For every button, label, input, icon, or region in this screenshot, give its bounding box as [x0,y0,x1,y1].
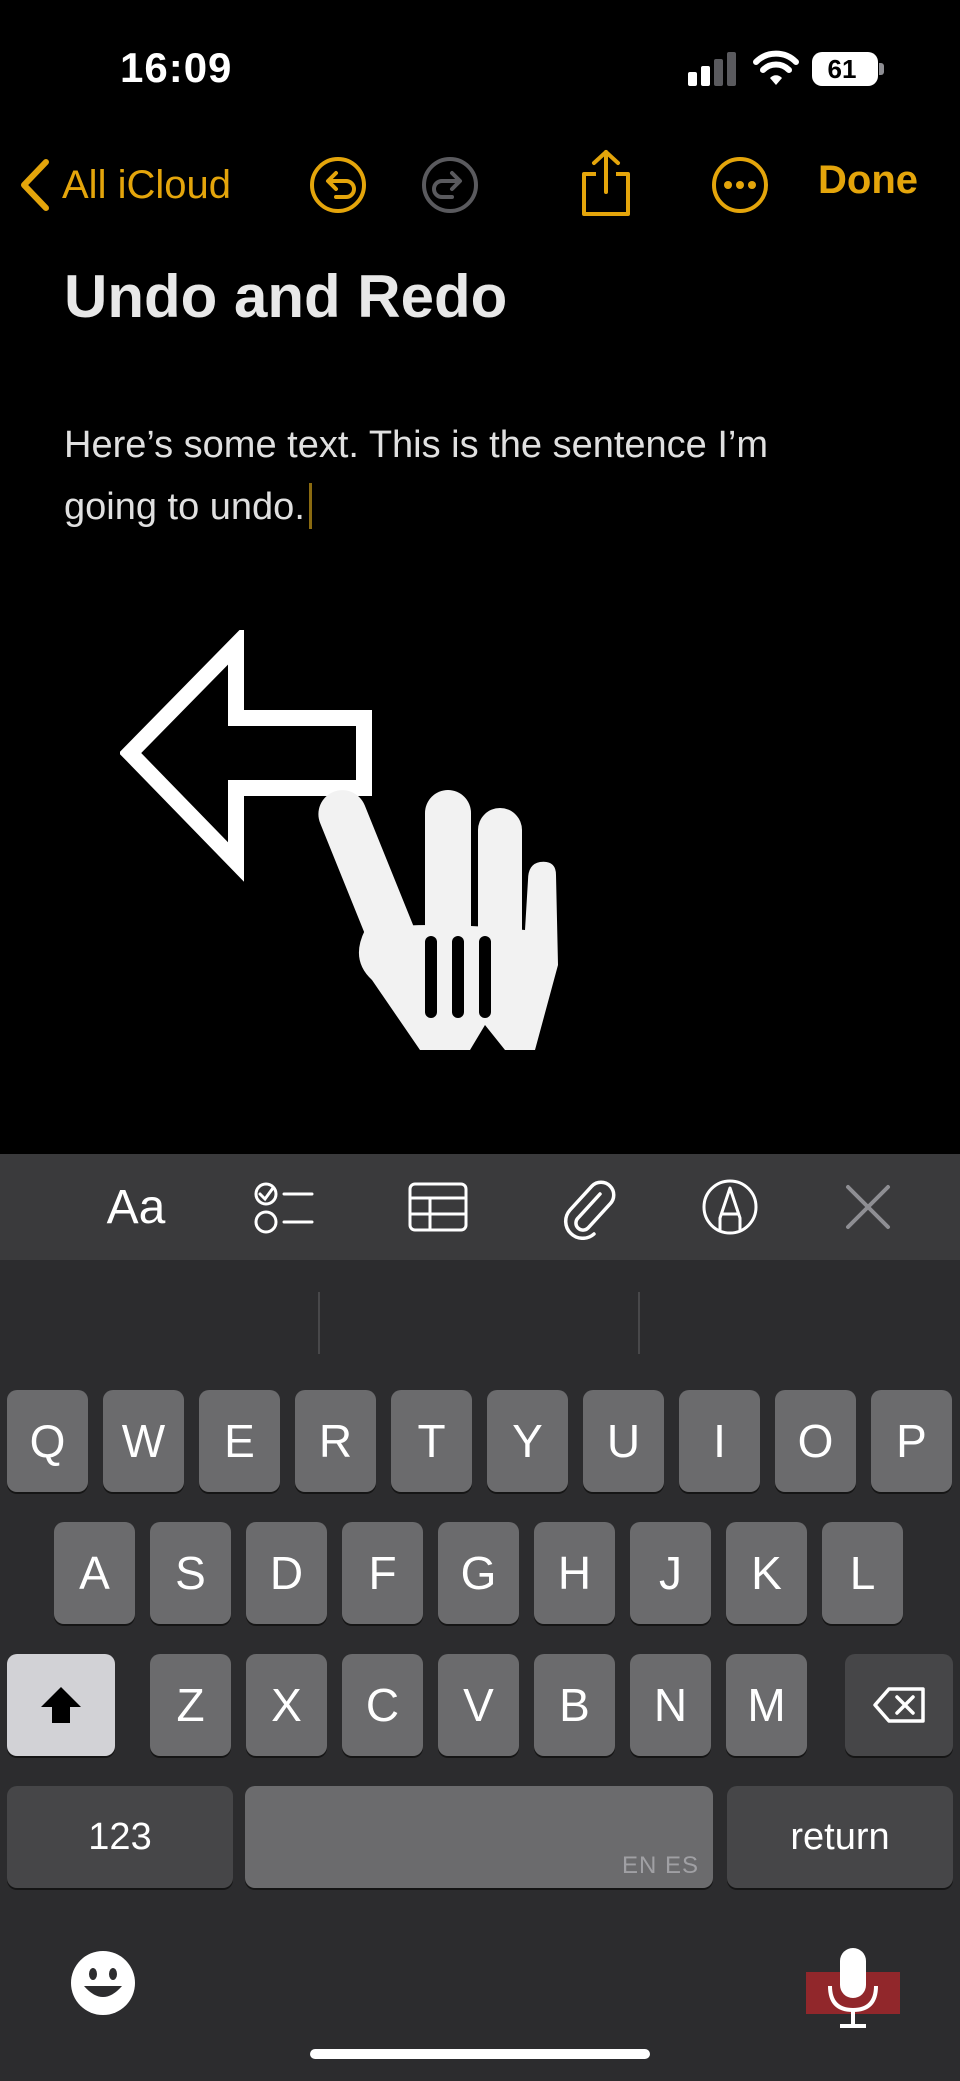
key-h[interactable]: H [534,1522,615,1624]
key-v[interactable]: V [438,1654,519,1756]
shift-icon [41,1687,81,1723]
chevron-left-icon [21,159,49,211]
key-l[interactable]: L [822,1522,903,1624]
more-icon[interactable] [708,153,772,217]
return-key[interactable]: return [727,1786,953,1888]
key-r[interactable]: R [295,1390,376,1492]
text-caret [308,483,312,529]
table-icon[interactable] [406,1174,470,1240]
key-i[interactable]: I [679,1390,760,1492]
key-s[interactable]: S [150,1522,231,1624]
status-time: 16:09 [120,44,233,91]
wifi-icon [753,50,799,85]
close-icon[interactable] [840,1174,896,1240]
undo-icon[interactable] [306,153,370,217]
key-u[interactable]: U [583,1390,664,1492]
redo-icon[interactable] [418,153,482,217]
format-text-button[interactable]: Aa [96,1174,176,1240]
numbers-key[interactable]: 123 [7,1786,233,1888]
checklist-icon[interactable] [252,1174,316,1240]
key-g[interactable]: G [438,1522,519,1624]
key-m[interactable]: M [726,1654,807,1756]
key-q[interactable]: Q [7,1390,88,1492]
keyboard: Q W E R T Y U I O P A S D F G H J K L Z … [0,1260,960,2081]
done-button[interactable]: Done [818,158,918,203]
key-n[interactable]: N [630,1654,711,1756]
cellular-signal-icon [688,50,738,86]
battery-indicator: 61 [812,52,878,86]
key-c[interactable]: C [342,1654,423,1756]
key-f[interactable]: F [342,1522,423,1624]
note-title[interactable]: Undo and Redo [64,262,507,331]
key-y[interactable]: Y [487,1390,568,1492]
key-e[interactable]: E [199,1390,280,1492]
space-bar[interactable]: EN ES [245,1786,713,1888]
key-a[interactable]: A [54,1522,135,1624]
back-button-label: All iCloud [62,162,231,207]
swipe-gesture-overlay [120,630,558,1050]
battery-tip [879,63,884,75]
note-body[interactable]: Here’s some text. This is the sentence I… [64,414,844,538]
key-p[interactable]: P [871,1390,952,1492]
key-k[interactable]: K [726,1522,807,1624]
suggestion-divider [638,1292,640,1354]
back-button[interactable]: All iCloud [18,150,231,220]
key-x[interactable]: X [246,1654,327,1756]
three-finger-hand-icon [318,790,558,1050]
key-z[interactable]: Z [150,1654,231,1756]
home-indicator [310,2049,650,2059]
key-b[interactable]: B [534,1654,615,1756]
emoji-icon[interactable] [70,1950,136,2016]
format-toolbar: Aa [0,1154,960,1260]
space-language-hint: EN ES [621,1852,699,1879]
markup-pen-icon[interactable] [698,1174,762,1240]
shift-key[interactable] [7,1654,115,1756]
delete-key[interactable] [845,1654,953,1756]
key-w[interactable]: W [103,1390,184,1492]
key-o[interactable]: O [775,1390,856,1492]
key-d[interactable]: D [246,1522,327,1624]
share-icon[interactable] [574,148,638,220]
suggestion-divider [318,1292,320,1354]
note-body-text: Here’s some text. This is the sentence I… [64,424,769,528]
paperclip-icon[interactable] [556,1174,620,1240]
key-t[interactable]: T [391,1390,472,1492]
microphone-icon[interactable] [806,1946,900,2032]
key-j[interactable]: J [630,1522,711,1624]
delete-icon [873,1687,925,1723]
